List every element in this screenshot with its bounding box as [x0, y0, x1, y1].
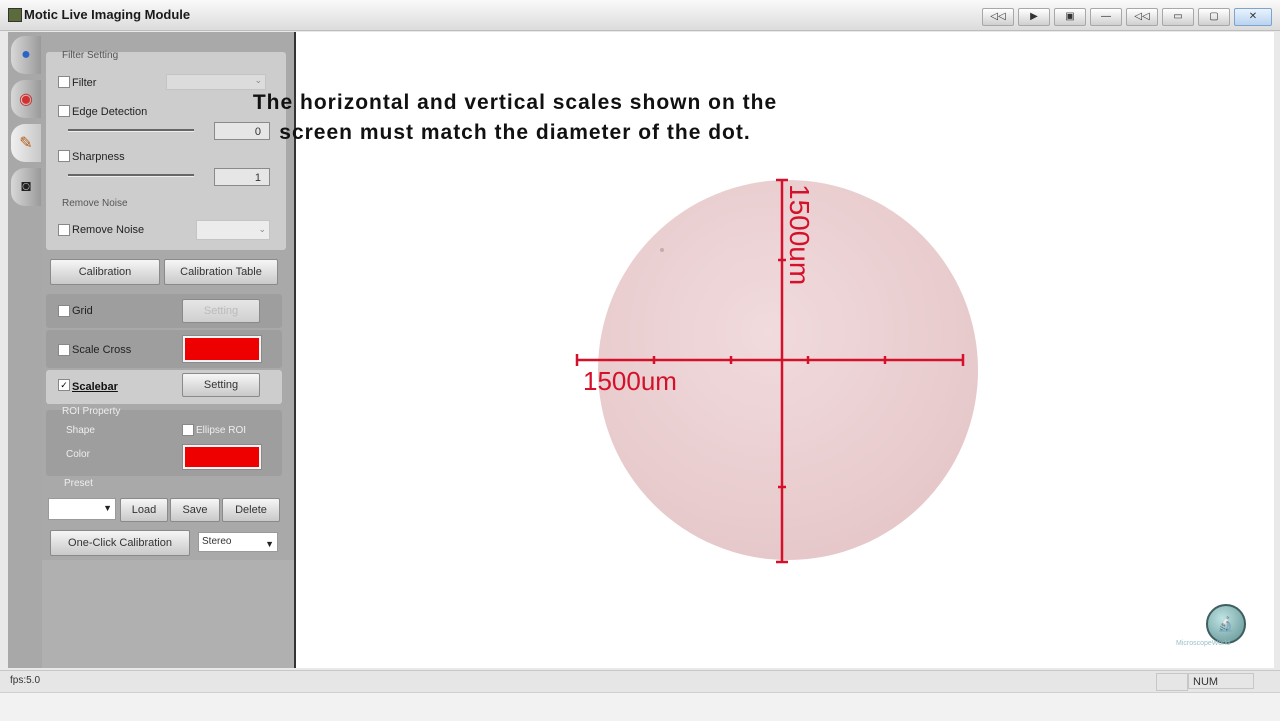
filter-checkbox[interactable] — [58, 76, 70, 88]
specimen-view: 1500um 1500um — [575, 178, 978, 564]
preset-title: Preset — [64, 478, 93, 489]
scalebar-label: Scalebar — [72, 381, 118, 393]
remove-noise-label: Remove Noise — [72, 224, 145, 236]
camera-icon[interactable]: ◙ — [11, 168, 41, 206]
maximize-button[interactable]: ▢ — [1198, 8, 1230, 26]
grid-label: Grid — [72, 305, 93, 317]
remove-noise-title: Remove Noise — [62, 198, 128, 209]
minimize-panel-button[interactable]: — — [1090, 8, 1122, 26]
grid-setting-button[interactable]: Setting — [182, 299, 260, 323]
scale-cross-color-swatch[interactable] — [183, 336, 261, 362]
play-button[interactable]: ▶ — [1018, 8, 1050, 26]
filter-setting-title: Filter Setting — [62, 50, 119, 61]
app-icon — [8, 8, 22, 22]
one-click-calibration-button[interactable]: One-Click Calibration — [50, 530, 190, 556]
mode-select-value: Stereo — [202, 536, 232, 547]
microscope-logo-icon: 🔬 — [1206, 604, 1246, 644]
roi-color-label: Color — [66, 449, 90, 460]
status-cell-empty — [1156, 673, 1188, 691]
window-controls: ◁◁ ▶ ▣ — ◁◁ ▭ ▢ ✕ — [982, 8, 1272, 26]
roi-property-title: ROI Property — [62, 406, 121, 417]
close-button[interactable]: ✕ — [1234, 8, 1272, 26]
panel-empty-area — [42, 560, 294, 668]
fps-readout: fps:5.0 — [10, 675, 41, 686]
scalebar-setting-button[interactable]: Setting — [182, 373, 260, 397]
preset-select[interactable]: ▼ — [48, 498, 116, 520]
ellipse-roi-label: Ellipse ROI — [196, 425, 247, 436]
calibration-button[interactable]: Calibration — [50, 259, 160, 285]
window-title: Motic Live Imaging Module — [24, 7, 191, 22]
preset-load-button[interactable]: Load — [120, 498, 168, 522]
sharpness-checkbox[interactable] — [58, 150, 70, 162]
status-bar: fps:5.0 NUM — [0, 670, 1280, 693]
sharpness-label: Sharpness — [72, 151, 125, 163]
grid-checkbox[interactable] — [58, 305, 70, 317]
sharpness-slider[interactable] — [68, 174, 194, 177]
specimen-speck — [660, 248, 664, 252]
calibration-table-button[interactable]: Calibration Table — [164, 259, 278, 285]
capture-icon[interactable]: ● — [11, 36, 41, 74]
logo-text: MicroscopeWorld — [1176, 640, 1230, 647]
capture-button[interactable]: ▣ — [1054, 8, 1086, 26]
ellipse-roi-checkbox[interactable] — [182, 424, 194, 436]
collapse-button[interactable]: ◁◁ — [1126, 8, 1158, 26]
roi-shape-label: Shape — [66, 425, 95, 436]
vertical-scale-label: 1500um — [784, 184, 815, 285]
title-bar: Motic Live Imaging Module ◁◁ ▶ ▣ — ◁◁ ▭ … — [0, 0, 1280, 31]
scale-cross-label: Scale Cross — [72, 344, 132, 356]
preset-save-button[interactable]: Save — [170, 498, 220, 522]
sharpness-value[interactable]: 1 — [214, 168, 270, 186]
chevron-down-icon: ▼ — [103, 503, 112, 513]
image-viewer[interactable]: The horizontal and vertical scales shown… — [253, 32, 1274, 668]
mode-select[interactable]: Stereo ▼ — [198, 532, 278, 552]
preset-delete-button[interactable]: Delete — [222, 498, 280, 522]
scalebar-checkbox[interactable]: ✓ — [58, 379, 70, 391]
chevron-down-icon: ▼ — [265, 539, 274, 549]
remove-noise-checkbox[interactable] — [58, 224, 70, 236]
num-lock-indicator: NUM — [1188, 673, 1254, 689]
rewind-button[interactable]: ◁◁ — [982, 8, 1014, 26]
minimize-button[interactable]: ▭ — [1162, 8, 1194, 26]
horizontal-scale-label: 1500um — [583, 366, 677, 396]
scale-cross-checkbox[interactable] — [58, 344, 70, 356]
taskbar-strip — [0, 692, 1280, 721]
remove-noise-select[interactable]: ⌄ — [196, 220, 270, 240]
roi-color-swatch[interactable] — [183, 445, 261, 469]
